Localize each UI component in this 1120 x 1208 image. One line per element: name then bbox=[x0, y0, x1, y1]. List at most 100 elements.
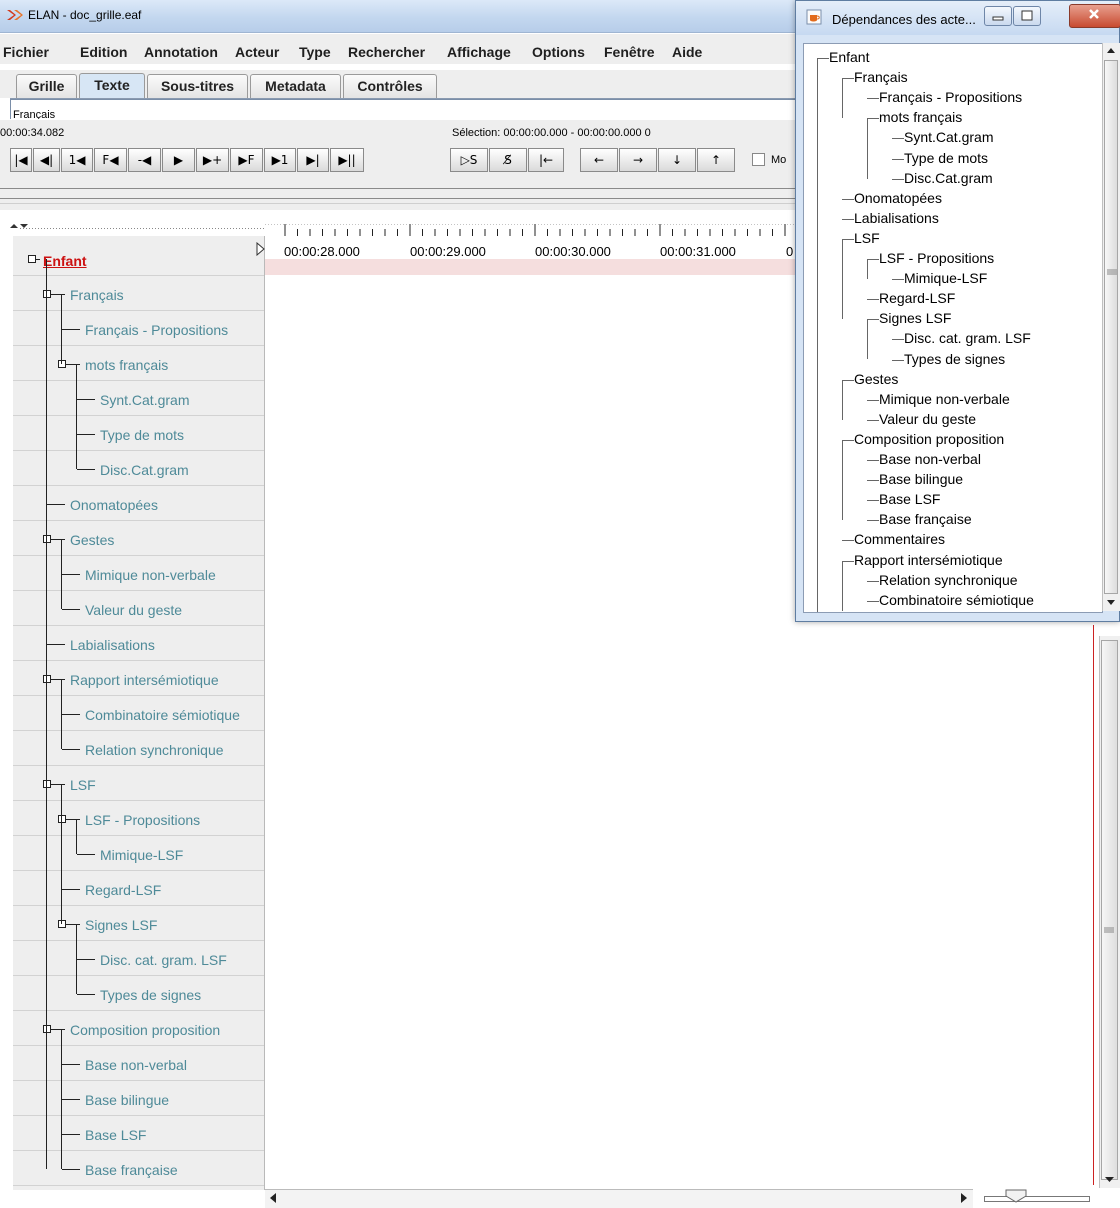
menu-aide[interactable]: Aide bbox=[672, 44, 702, 60]
dependency-item[interactable]: Regard-LSF bbox=[879, 290, 955, 306]
expand-toggle-icon[interactable] bbox=[28, 255, 36, 263]
next-frame-button[interactable]: ▶| bbox=[297, 148, 329, 172]
dependency-item[interactable]: Relation synchronique bbox=[879, 572, 1018, 588]
menu-edition[interactable]: Edition bbox=[80, 44, 127, 60]
menu-rechercher[interactable]: Rechercher bbox=[348, 44, 425, 60]
go-to-begin-button[interactable]: |◀ bbox=[10, 148, 32, 172]
dependency-item[interactable]: Enfant bbox=[829, 49, 869, 65]
dependency-item[interactable]: Commentaires bbox=[854, 531, 945, 547]
menu-affichage[interactable]: Affichage bbox=[447, 44, 511, 60]
tier-row[interactable]: Gestes bbox=[13, 521, 264, 556]
mode-checkbox[interactable] bbox=[752, 153, 765, 166]
previous-f-button[interactable]: F◀ bbox=[94, 148, 127, 172]
dependency-item[interactable]: Base non-verbal bbox=[879, 451, 981, 467]
maximize-button[interactable] bbox=[1013, 6, 1041, 26]
play-button[interactable]: ▶ bbox=[162, 148, 195, 172]
scrollbar-thumb[interactable] bbox=[1101, 640, 1118, 1180]
zoom-slider-thumb[interactable] bbox=[1005, 1189, 1027, 1203]
tier-row[interactable]: Regard-LSF bbox=[13, 871, 264, 906]
tier-row[interactable]: Base française bbox=[13, 1151, 264, 1186]
nav-down-button[interactable]: ↓ bbox=[658, 148, 696, 172]
expand-toggle-icon[interactable] bbox=[43, 780, 51, 788]
tier-row[interactable]: Base bilingue bbox=[13, 1081, 264, 1116]
tier-row[interactable]: Onomatopées bbox=[13, 486, 264, 521]
tab-metadata[interactable]: Metadata bbox=[250, 74, 341, 98]
close-button[interactable] bbox=[1069, 4, 1120, 28]
play-selection-button[interactable]: ▶+ bbox=[196, 148, 229, 172]
dependency-item[interactable]: Rapport intersémiotique bbox=[854, 552, 1003, 568]
dependency-item[interactable]: mots français bbox=[879, 109, 962, 125]
expand-toggle-icon[interactable] bbox=[58, 815, 66, 823]
tab-grille[interactable]: Grille bbox=[16, 74, 77, 98]
menu-annotation[interactable]: Annotation bbox=[144, 44, 218, 60]
step-back-button[interactable]: -◀ bbox=[128, 148, 161, 172]
tier-row[interactable]: Disc. cat. gram. LSF bbox=[13, 941, 264, 976]
dependency-item[interactable]: Labialisations bbox=[854, 210, 939, 226]
dependency-item[interactable]: Disc.Cat.gram bbox=[904, 170, 993, 186]
previous-1-button[interactable]: 1◀ bbox=[61, 148, 93, 172]
dependencies-scroll-thumb[interactable] bbox=[1104, 60, 1118, 594]
menu-fenetre[interactable]: Fenêtre bbox=[604, 44, 655, 60]
tier-row[interactable]: Disc.Cat.gram bbox=[13, 451, 264, 486]
dependency-item[interactable]: Mimique-LSF bbox=[904, 270, 987, 286]
go-to-end-button[interactable]: ▶|| bbox=[330, 148, 364, 172]
nav-left-button[interactable]: ← bbox=[580, 148, 618, 172]
tier-row[interactable]: Type de mots bbox=[13, 416, 264, 451]
scroll-left-arrow-icon[interactable] bbox=[266, 1190, 282, 1206]
tier-row[interactable]: Labialisations bbox=[13, 626, 264, 661]
dependency-item[interactable]: LSF bbox=[854, 230, 880, 246]
scroll-up-arrow-icon[interactable] bbox=[1103, 44, 1119, 58]
tier-row[interactable]: Composition proposition bbox=[13, 1011, 264, 1046]
tab-texte[interactable]: Texte bbox=[79, 73, 145, 99]
tier-row[interactable]: Synt.Cat.gram bbox=[13, 381, 264, 416]
tier-row[interactable]: LSF bbox=[13, 766, 264, 801]
expand-toggle-icon[interactable] bbox=[43, 1025, 51, 1033]
dependency-item[interactable]: Base LSF bbox=[879, 491, 940, 507]
previous-frame-button[interactable]: ◀| bbox=[33, 148, 60, 172]
clear-selection-button[interactable]: S̸ bbox=[489, 148, 527, 172]
next-1-button[interactable]: ▶1 bbox=[264, 148, 296, 172]
dependency-item[interactable]: Français bbox=[854, 69, 908, 85]
dependency-item[interactable]: Français - Propositions bbox=[879, 89, 1022, 105]
tier-row[interactable]: Signes LSF bbox=[13, 906, 264, 941]
tab-controles[interactable]: Contrôles bbox=[343, 74, 437, 98]
dependency-item[interactable]: Combinatoire sémiotique bbox=[879, 592, 1034, 608]
tab-sous-titres[interactable]: Sous-titres bbox=[147, 74, 248, 98]
expand-toggle-icon[interactable] bbox=[58, 920, 66, 928]
menu-options[interactable]: Options bbox=[532, 44, 585, 60]
dependency-item[interactable]: Base bilingue bbox=[879, 471, 963, 487]
scroll-down-arrow-icon[interactable] bbox=[1103, 595, 1119, 609]
tier-row[interactable]: Relation synchronique bbox=[13, 731, 264, 766]
tier-row[interactable]: Mimique-LSF bbox=[13, 836, 264, 871]
tier-row[interactable]: Valeur du geste bbox=[13, 591, 264, 626]
nav-up-button[interactable]: ↑ bbox=[697, 148, 735, 172]
expand-toggle-icon[interactable] bbox=[43, 535, 51, 543]
dependencies-tree[interactable]: Enfant Français Français - Propositions mot… bbox=[803, 43, 1103, 613]
tier-row[interactable]: LSF - Propositions bbox=[13, 801, 264, 836]
nav-right-button[interactable]: → bbox=[619, 148, 657, 172]
scroll-right-arrow-icon[interactable] bbox=[955, 1190, 971, 1206]
dependency-item[interactable]: Signes LSF bbox=[879, 310, 951, 326]
select-start-button[interactable]: ▷S bbox=[450, 148, 488, 172]
dependency-item[interactable]: Mimique non-verbale bbox=[879, 391, 1010, 407]
menu-type[interactable]: Type bbox=[299, 44, 331, 60]
dependency-item[interactable]: Type de mots bbox=[904, 150, 988, 166]
expand-toggle-icon[interactable] bbox=[43, 290, 51, 298]
dependency-item[interactable]: Gestes bbox=[854, 371, 898, 387]
dependency-item[interactable]: Synt.Cat.gram bbox=[904, 129, 993, 145]
expand-toggle-icon[interactable] bbox=[58, 360, 66, 368]
tier-row[interactable]: Base LSF bbox=[13, 1116, 264, 1151]
tier-row[interactable]: Français - Propositions bbox=[13, 311, 264, 346]
menu-acteur[interactable]: Acteur bbox=[235, 44, 279, 60]
dependency-item[interactable]: Onomatopées bbox=[854, 190, 942, 206]
tier-row[interactable]: Français bbox=[13, 276, 264, 311]
tier-row[interactable]: Combinatoire sémiotique bbox=[13, 696, 264, 731]
zoom-slider-track[interactable] bbox=[984, 1196, 1090, 1202]
dependency-item[interactable]: Types de signes bbox=[904, 351, 1005, 367]
tier-row[interactable]: Rapport intersémiotique bbox=[13, 661, 264, 696]
minimize-button[interactable] bbox=[984, 6, 1012, 26]
tier-row[interactable]: Types de signes bbox=[13, 976, 264, 1011]
menu-fichier[interactable]: Fichier bbox=[3, 44, 49, 60]
tier-row[interactable]: Base non-verbal bbox=[13, 1046, 264, 1081]
tier-row[interactable]: Mimique non-verbale bbox=[13, 556, 264, 591]
